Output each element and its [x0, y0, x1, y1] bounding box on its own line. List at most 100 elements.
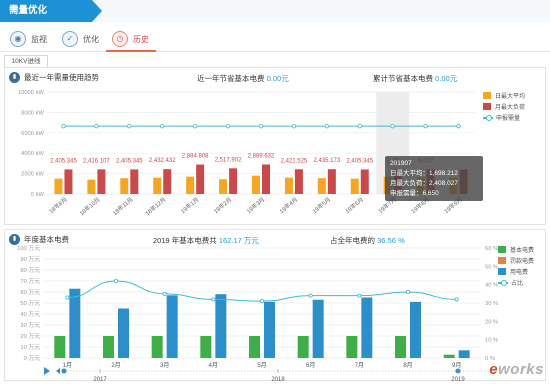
bar-basic-fee: [200, 336, 212, 358]
bar-daily-max-avg: [87, 179, 96, 194]
bar-basic-fee: [443, 354, 455, 358]
y-right-tick-label: 40 %: [485, 283, 498, 289]
x-tick-label: 19年3月: [245, 195, 266, 215]
legend-swatch: [498, 257, 506, 264]
x-tick-label: 19年6月: [344, 195, 365, 215]
bar-monthly-max-load: [229, 168, 238, 194]
declared-demand-point: [357, 123, 362, 129]
legend-item-monthly-max-load[interactable]: 月最大负荷: [483, 101, 525, 112]
tab-history[interactable]: ◷ 历史: [112, 30, 149, 48]
bar-usage-fee: [264, 301, 275, 358]
y-tick-label: 70 万元: [20, 278, 40, 285]
legend-item-ratio[interactable]: 占比: [498, 277, 534, 288]
x-tick-label: 19年2月: [212, 195, 233, 215]
bar-monthly-max-load: [130, 169, 139, 194]
y-tick-label: 10 万元: [20, 344, 40, 351]
nav-tabs: ◉ 监视 ✓ 优化 ◷ 历史: [0, 26, 550, 52]
ratio-point: [357, 293, 362, 298]
bar-monthly-max-load: [262, 164, 270, 194]
y-tick-label: 4000 kW: [21, 151, 44, 157]
tooltip-line2: 月最大负荷：2,408.027: [390, 180, 458, 187]
title-bar: 需量优化: [0, 0, 550, 22]
y-tick-label: 30 万元: [20, 322, 40, 329]
bar-usage-fee: [361, 297, 373, 358]
y-right-tick-label: 60 %: [485, 246, 498, 252]
ratio-point: [162, 291, 167, 296]
bar-basic-fee: [297, 336, 309, 358]
declared-demand-point: [192, 123, 198, 129]
legend-item-usage-fee[interactable]: 用电费: [498, 266, 534, 277]
y-tick-label: 100 万元: [17, 245, 40, 252]
legend-item-declared-demand[interactable]: 申报需量: [483, 112, 525, 123]
legend-label: 月最大负荷: [495, 105, 526, 111]
bar-usage-fee: [118, 308, 129, 358]
tab-monitor-label: 监视: [31, 34, 47, 44]
page-title: 需量优化: [0, 0, 102, 22]
legend-item-daily-max-avg[interactable]: 日最大平均: [483, 90, 525, 101]
declared-demand-point: [258, 123, 264, 129]
data-label: 2,421.525: [281, 158, 308, 164]
legend-swatch: [483, 92, 491, 99]
bar-usage-fee: [410, 301, 421, 358]
declared-demand-point: [127, 123, 132, 129]
watermark-logo: eworks: [489, 361, 544, 378]
history-clock-icon: ◷: [112, 31, 128, 47]
bar-usage-fee: [458, 350, 470, 358]
tab-optimize[interactable]: ✓ 优化: [62, 30, 99, 48]
x-tick-label: 18年8月: [47, 195, 68, 215]
data-label: 2,889.632: [248, 154, 275, 160]
annual-fee-legend: 基本电费 罚款电费 用电费 占比: [498, 244, 534, 288]
bar-usage-fee: [166, 295, 178, 358]
bar-monthly-max-load: [64, 169, 73, 194]
legend-swatch: [483, 103, 491, 110]
legend-item-basic-fee[interactable]: 基本电费: [498, 244, 534, 255]
tooltip-line1: 日最大平均：1,698.212: [390, 170, 458, 177]
y-tick-label: 6000 kW: [21, 131, 44, 137]
declared-demand-point: [94, 123, 99, 129]
bar-daily-max-avg: [120, 178, 129, 194]
declared-demand-point: [291, 123, 297, 129]
chart-tooltip: 201907 日最大平均：1,698.212 月最大负荷：2,408.027 申…: [385, 156, 483, 201]
annual-fee-chart: 100 万元 90 万元 80 万元 70 万元 60 万元 50 万元 40 万元 30 万…: [17, 245, 498, 369]
monitor-icon: ◉: [10, 31, 26, 47]
bar-monthly-max-load: [97, 169, 106, 194]
legend-label: 用电费: [510, 270, 529, 276]
ratio-point: [114, 279, 119, 284]
data-label: 2,416.107: [83, 158, 110, 164]
legend-swatch: [498, 268, 506, 275]
data-label: 2,405.345: [50, 158, 77, 164]
legend-swatch: [498, 279, 508, 286]
y-right-tick-label: 10 %: [485, 338, 498, 344]
timeline-scrubber[interactable]: 2017 2018 2019: [40, 365, 510, 383]
declared-demand-point: [423, 123, 428, 129]
x-tick-label: 19年4月: [278, 195, 299, 215]
tab-monitor[interactable]: ◉ 监视: [10, 30, 47, 48]
bar-usage-fee: [312, 299, 324, 358]
play-icon: [44, 367, 50, 375]
data-label: 2,405.345: [116, 158, 143, 164]
legend-label: 占比: [511, 281, 524, 287]
declared-demand-point: [225, 123, 231, 129]
bar-basic-fee: [249, 336, 260, 358]
x-tick-label: 19年5月: [311, 195, 332, 215]
ratio-point: [308, 293, 313, 298]
ratio-point: [65, 295, 70, 300]
declared-demand-point: [456, 123, 461, 129]
y-tick-label: 60 万元: [20, 289, 40, 296]
y-tick-label: 10000 kW: [18, 90, 45, 96]
demand-trend-panel: ▮ 最近一年需量使用趋势 近一年节省基本电费 0.00元 累计节省基本电费 0.…: [4, 67, 546, 225]
bar-basic-fee: [151, 336, 163, 358]
prev-icon: [56, 368, 60, 374]
tooltip-period: 201907: [390, 160, 412, 167]
bar-daily-max-avg: [186, 176, 195, 194]
legend-swatch: [483, 114, 493, 121]
y-tick-label: 8000 kW: [21, 110, 44, 116]
legend-label: 日最大平均: [495, 94, 526, 100]
bar-basic-fee: [54, 336, 66, 358]
data-label: 2,435.173: [313, 158, 340, 164]
tab-history-label: 历史: [133, 34, 149, 44]
legend-item-penalty-fee[interactable]: 罚款电费: [498, 255, 534, 266]
bar-monthly-max-load: [327, 169, 336, 194]
tooltip-line3: 申报需量：6,650: [390, 190, 439, 197]
y-tick-label: 0 kW: [31, 192, 45, 198]
